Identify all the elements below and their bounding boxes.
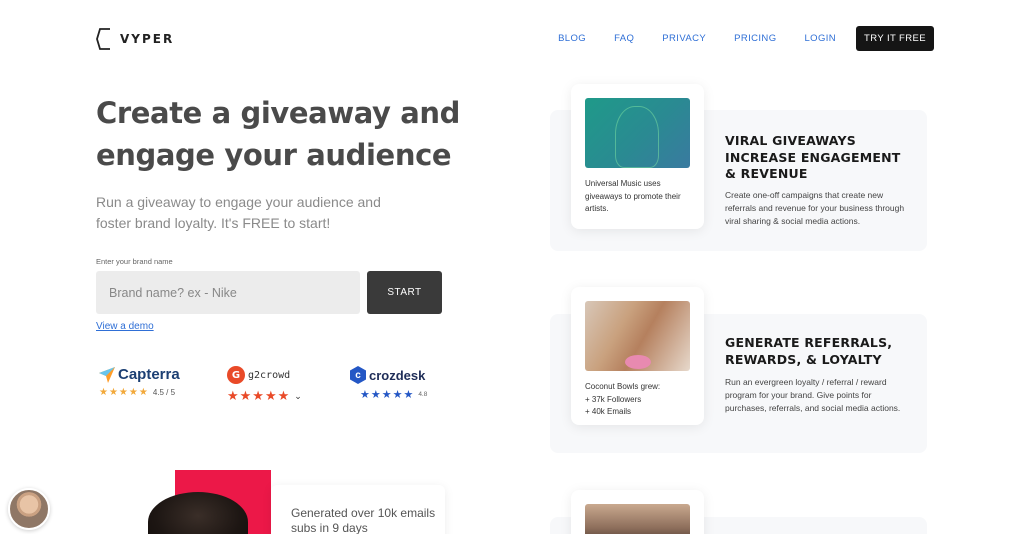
crozdesk-name: crozdesk [369,367,426,383]
case-study-card-universal: Universal Music uses giveaways to promot… [571,84,704,229]
nav-faq[interactable]: FAQ [614,33,634,44]
crozdesk-rating[interactable]: c crozdesk ★★★★★ 4.8 [350,366,427,401]
feature-description: Run an evergreen loyalty / referral / re… [725,377,901,413]
logo-text: VYPER [120,32,175,46]
stat-card: Generated over 10k emails subs in 9 days [271,485,445,534]
crozdesk-logo-icon: c [350,366,366,384]
g2-stars-icon: ★★★★★ [227,388,291,403]
g2crowd-rating[interactable]: G g2crowd ★★★★★ ⌄ [227,366,303,404]
hero-title: Create a giveaway and engage your audien… [96,96,460,172]
vyper-logo[interactable]: VYPER [96,28,174,50]
nav-privacy[interactable]: PRIVACY [662,33,706,44]
brand-name-input[interactable]: Brand name? ex - Nike [96,271,360,314]
case-study-caption: Coconut Bowls grew: + 37k Followers + 40… [585,382,661,416]
hexagon-logo-icon [96,28,110,50]
third-case-photo [585,504,690,534]
case-study-card-coconut: Coconut Bowls grew: + 37k Followers + 40… [571,287,704,425]
capterra-arrow-icon [99,366,115,383]
capterra-name: Capterra [118,366,180,383]
start-button[interactable]: START [367,271,442,314]
crozdesk-stars-icon: ★★★★★ [360,389,415,401]
g2-chevron-icon: ⌄ [294,390,303,401]
hero-subtitle: Run a giveaway to engage your audience a… [96,194,381,231]
universal-music-photo [585,98,690,168]
capterra-stars-icon: ★★★★★ [99,387,149,398]
feature-title: GENERATE REFERRALS, REWARDS, & LOYALTY [725,335,893,367]
try-it-free-button[interactable]: TRY IT FREE [856,26,934,51]
coconut-bowls-photo [585,301,690,371]
nav-blog[interactable]: BLOG [558,33,586,44]
brand-name-label: Enter your brand name [96,257,173,266]
case-study-card-third [571,490,704,534]
case-study-caption: Universal Music uses giveaways to promot… [585,179,681,213]
capterra-rating[interactable]: Capterra ★★★★★ 4.5 / 5 [99,366,180,398]
top-nav: BLOG FAQ PRIVACY PRICING LOGIN TRY IT FR… [530,26,934,51]
nav-pricing[interactable]: PRICING [734,33,776,44]
g2-logo-icon: G [227,366,245,384]
feature-description: Create one-off campaigns that create new… [725,190,905,226]
feature-title: VIRAL GIVEAWAYS INCREASE ENGAGEMENT & RE… [725,133,901,181]
crozdesk-score: 4.8 [418,391,428,398]
nav-login[interactable]: LOGIN [804,33,836,44]
chat-avatar[interactable] [8,488,50,530]
g2-name: g2crowd [248,369,291,381]
view-demo-link[interactable]: View a demo [96,321,154,332]
capterra-score: 4.5 / 5 [152,388,176,397]
